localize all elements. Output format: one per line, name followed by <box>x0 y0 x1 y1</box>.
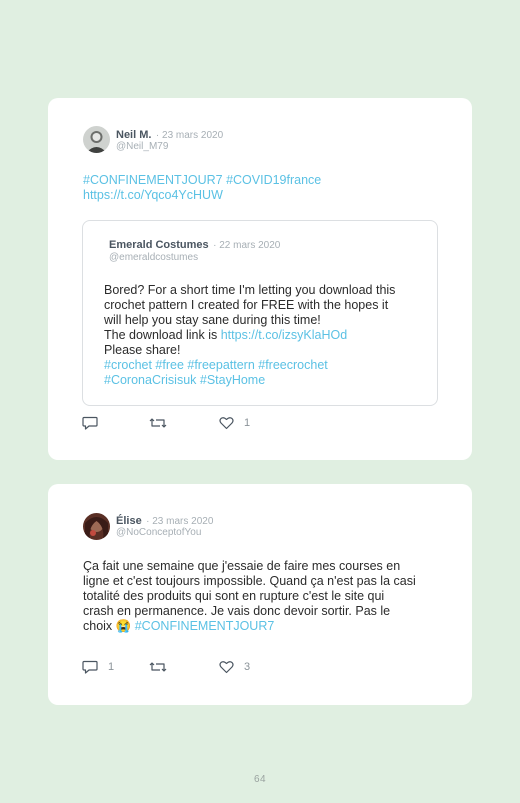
tweet-text-fragment: choix <box>83 619 116 633</box>
download-link[interactable]: https://t.co/izsyKlaHOd <box>221 328 347 342</box>
quoted-text-line: crochet pattern I created for FREE with … <box>104 298 389 312</box>
reply-button[interactable] <box>82 416 108 430</box>
quoted-tweet-text: Bored? For a short time I'm letting you … <box>104 283 434 388</box>
author-handle[interactable]: @Neil_M79 <box>116 140 168 153</box>
retweet-button[interactable] <box>149 416 167 430</box>
quoted-text-line: The download link is https://t.co/izsyKl… <box>104 328 434 343</box>
heart-icon <box>219 417 234 430</box>
quoted-text-line: Bored? For a short time I'm letting you … <box>104 283 396 297</box>
tweet-link[interactable]: https://t.co/Yqco4YcHUW <box>83 188 321 203</box>
avatar[interactable] <box>83 126 110 153</box>
quoted-text-line: will help you stay sane during this time… <box>104 313 321 327</box>
avatar[interactable] <box>83 513 110 540</box>
quoted-author-name[interactable]: Emerald Costumes <box>109 239 209 251</box>
crying-emoji: 😭 <box>115 619 132 633</box>
tweet-card-neil: Neil M. · 23 mars 2020 @Neil_M79 #CONFIN… <box>48 98 472 460</box>
tweet-text: Ça fait une semaine que j'essaie de fair… <box>83 559 463 634</box>
retweet-icon <box>149 662 167 672</box>
reply-count: 1 <box>108 661 115 673</box>
like-count: 3 <box>244 661 251 673</box>
like-count: 1 <box>244 417 251 429</box>
quoted-share-line: Please share! <box>104 343 181 357</box>
hashtag-link[interactable]: #CONFINEMENTJOUR7 <box>135 619 275 633</box>
hashtag-line[interactable]: #crochet #free #freepattern #freecrochet <box>104 358 434 373</box>
tweet-card-elise: Élise · 23 mars 2020 @NoConceptofYou Ça … <box>48 484 472 705</box>
tweet-text-line: Ça fait une semaine que j'essaie de fair… <box>83 559 401 573</box>
heart-icon <box>219 661 234 674</box>
tweet-text-line: choix 😭 #CONFINEMENTJOUR7 <box>83 619 463 634</box>
retweet-icon <box>149 418 167 428</box>
hashtag-line[interactable]: #CONFINEMENTJOUR7 #COVID19france <box>83 173 321 188</box>
quoted-tweet-date: · 22 mars 2020 <box>213 240 281 251</box>
like-button[interactable]: 3 <box>219 660 250 674</box>
reply-icon <box>82 416 98 430</box>
quoted-author-handle[interactable]: @emeraldcostumes <box>109 251 198 264</box>
reply-icon <box>82 660 98 674</box>
tweet-text-line: crash en permanence. Je vais donc devoir… <box>83 604 391 618</box>
tweet-text-line: ligne et c'est toujours impossible. Quan… <box>83 574 416 588</box>
hashtag-line[interactable]: #CoronaCrisisuk #StayHome <box>104 373 434 388</box>
reply-button[interactable]: 1 <box>82 660 114 674</box>
like-button[interactable]: 1 <box>219 416 250 430</box>
retweet-button[interactable] <box>149 660 167 674</box>
page-number: 64 <box>253 774 267 785</box>
quoted-tweet[interactable]: Emerald Costumes · 22 mars 2020 @emerald… <box>82 220 438 406</box>
quoted-text-fragment: The download link is <box>104 328 221 342</box>
tweet-text-line: totalité des produits qui sont en ruptur… <box>83 589 385 603</box>
tweet-text: #CONFINEMENTJOUR7 #COVID19france https:/… <box>83 173 321 203</box>
author-handle[interactable]: @NoConceptofYou <box>116 526 201 539</box>
